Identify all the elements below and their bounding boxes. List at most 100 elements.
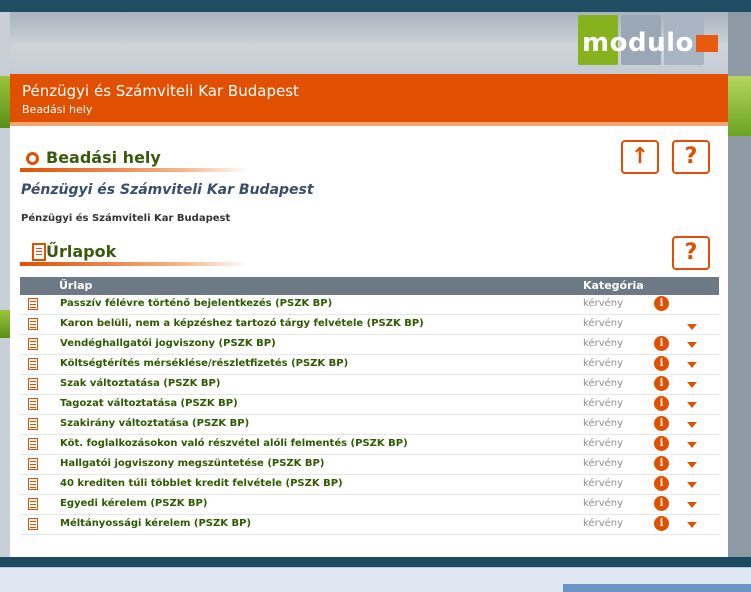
form-name-link[interactable]: Szak változtatása (PSZK BP) <box>60 378 220 389</box>
document-icon <box>28 358 38 370</box>
form-name-link[interactable]: Költségtérítés mérséklése/részletfizetés… <box>60 358 348 369</box>
form-name-link[interactable]: Hallgatói jogviszony megszüntetése (PSZK… <box>60 458 324 469</box>
section-header-beadasi-hely: Beadási hely <box>20 146 250 172</box>
help-button[interactable]: ? <box>672 140 710 174</box>
banner-title: Pénzügyi és Számviteli Kar Budapest <box>22 82 299 100</box>
info-icon[interactable]: i <box>654 356 669 371</box>
form-category: kérvény <box>583 358 624 369</box>
table-row[interactable]: Tagozat változtatása (PSZK BP) kérvény i <box>20 395 719 415</box>
form-category: kérvény <box>583 338 624 349</box>
logo-text: modulo <box>582 28 694 58</box>
chevron-down-icon[interactable] <box>687 462 697 468</box>
document-icon <box>28 458 38 470</box>
left-green-tab-lower[interactable] <box>0 310 10 338</box>
institution-description: Pénzügyi és Számviteli Kar Budapest <box>21 213 231 224</box>
info-icon[interactable]: i <box>654 496 669 511</box>
form-name-link[interactable]: Köt. foglalkozásokon való részvétel alól… <box>60 438 408 449</box>
info-icon[interactable]: i <box>654 336 669 351</box>
info-icon[interactable]: i <box>654 516 669 531</box>
table-row[interactable]: Vendéghallgatói jogviszony (PSZK BP) kérv… <box>20 335 719 355</box>
chevron-down-icon[interactable] <box>687 402 697 408</box>
info-icon[interactable]: i <box>654 456 669 471</box>
document-icon <box>28 338 38 350</box>
form-category: kérvény <box>583 298 624 309</box>
table-body: Passzív félévre történő bejelentkezés (P… <box>20 295 719 535</box>
chevron-down-icon[interactable] <box>687 324 697 330</box>
chevron-down-icon[interactable] <box>687 342 697 348</box>
main-content: Beadási hely ↑ ? Pénzügyi és Számviteli … <box>10 126 728 557</box>
info-icon[interactable]: i <box>654 476 669 491</box>
table-row[interactable]: Költségtérítés mérséklése/részletfizetés… <box>20 355 719 375</box>
chevron-down-icon[interactable] <box>687 382 697 388</box>
modulo-logo: modulo <box>578 15 718 67</box>
section-title: Beadási hely <box>46 148 161 167</box>
table-row[interactable]: Egyedi kérelem (PSZK BP) kérvény i <box>20 495 719 515</box>
form-category: kérvény <box>583 498 624 509</box>
form-category: kérvény <box>583 318 624 329</box>
form-name-link[interactable]: Szakirány változtatása (PSZK BP) <box>60 418 249 429</box>
form-name-link[interactable]: Tagozat változtatása (PSZK BP) <box>60 398 238 409</box>
table-row[interactable]: Szak változtatása (PSZK BP) kérvény i <box>20 375 719 395</box>
chevron-down-icon[interactable] <box>687 522 697 528</box>
chevron-down-icon[interactable] <box>687 422 697 428</box>
table-row[interactable]: Köt. foglalkozásokon való részvétel alól… <box>20 435 719 455</box>
institution-title: Pénzügyi és Számviteli Kar Budapest <box>21 182 314 198</box>
document-icon <box>28 518 38 530</box>
logo-orange-mark <box>696 35 718 52</box>
form-name-link[interactable]: Passzív félévre történő bejelentkezés (P… <box>60 298 332 309</box>
document-icon <box>28 478 38 490</box>
left-green-tab[interactable] <box>0 76 10 128</box>
form-category: kérvény <box>583 418 624 429</box>
table-row[interactable]: Méltányossági kérelem (PSZK BP) kérvény i <box>20 515 719 535</box>
chevron-down-icon[interactable] <box>687 442 697 448</box>
table-row[interactable]: Szakirány változtatása (PSZK BP) kérvény i <box>20 415 719 435</box>
forms-help-button[interactable]: ? <box>672 236 710 270</box>
left-side-panel <box>0 12 10 557</box>
table-row[interactable]: Karon belüli, nem a képzéshez tartozó tá… <box>20 315 719 335</box>
forms-table: Űrlap Kategória Passzív félévre történő … <box>20 277 719 535</box>
scroll-up-button[interactable]: ↑ <box>621 140 659 174</box>
column-header-category[interactable]: Kategória <box>583 279 644 292</box>
section-underline <box>20 262 250 266</box>
form-category: kérvény <box>583 478 624 489</box>
table-row[interactable]: 40 krediten túli többlet kredit felvétel… <box>20 475 719 495</box>
info-icon[interactable]: i <box>654 396 669 411</box>
status-bar <box>0 567 751 592</box>
form-category: kérvény <box>583 458 624 469</box>
info-icon[interactable]: i <box>654 296 669 311</box>
section-underline <box>20 168 250 172</box>
right-green-tab[interactable] <box>728 76 751 136</box>
table-row[interactable]: Passzív félévre történő bejelentkezés (P… <box>20 295 719 315</box>
document-icon <box>28 498 38 510</box>
right-side-panel <box>728 12 751 557</box>
info-icon[interactable]: i <box>654 436 669 451</box>
form-name-link[interactable]: 40 krediten túli többlet kredit felvétel… <box>60 478 343 489</box>
info-icon[interactable]: i <box>654 416 669 431</box>
page-banner: Pénzügyi és Számviteli Kar Budapest Bead… <box>10 74 728 126</box>
document-icon <box>28 298 38 310</box>
chevron-down-icon[interactable] <box>687 362 697 368</box>
document-icon <box>28 378 38 390</box>
document-icon <box>28 318 38 330</box>
column-header-form[interactable]: Űrlap <box>59 279 92 292</box>
form-name-link[interactable]: Egyedi kérelem (PSZK BP) <box>60 498 207 509</box>
table-row[interactable]: Hallgatói jogviszony megszüntetése (PSZK… <box>20 455 719 475</box>
form-name-link[interactable]: Karon belüli, nem a képzéshez tartozó tá… <box>60 318 424 329</box>
form-category: kérvény <box>583 398 624 409</box>
chevron-down-icon[interactable] <box>687 482 697 488</box>
form-name-link[interactable]: Vendéghallgatói jogviszony (PSZK BP) <box>60 338 276 349</box>
document-icon <box>28 418 38 430</box>
section-title-forms: Űrlapok <box>46 242 117 261</box>
banner-subtitle: Beadási hely <box>22 103 93 116</box>
chevron-down-icon[interactable] <box>687 502 697 508</box>
form-name-link[interactable]: Méltányossági kérelem (PSZK BP) <box>60 518 251 529</box>
document-icon <box>28 398 38 410</box>
bullet-circle-icon <box>26 152 39 165</box>
form-category: kérvény <box>583 378 624 389</box>
info-icon[interactable]: i <box>654 376 669 391</box>
app-header: modulo <box>10 12 728 74</box>
document-icon <box>28 438 38 450</box>
form-category: kérvény <box>583 438 624 449</box>
table-header: Űrlap Kategória <box>20 277 719 295</box>
section-header-urlapok: Űrlapok <box>20 240 250 266</box>
